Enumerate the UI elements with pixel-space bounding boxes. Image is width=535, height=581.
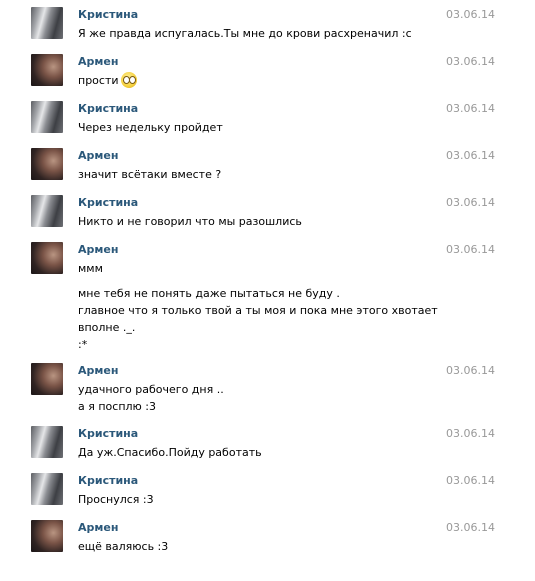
avatar[interactable] [31, 363, 63, 395]
message-row: Кристина 03.06.14 Да уж.Спасибо.Пойду рабо… [0, 406, 535, 459]
avatar[interactable] [31, 520, 63, 552]
author-link[interactable]: Армен [78, 55, 118, 68]
message-date[interactable]: 03.06.14 [446, 196, 495, 209]
message-row: Армен 03.06.14 прости [0, 34, 535, 88]
message-date[interactable]: 03.06.14 [446, 55, 495, 68]
author-link[interactable]: Армен [78, 521, 118, 534]
message-row: Кристина 03.06.14 Никто и не говорил что м… [0, 175, 535, 228]
message-row: Кристина 03.06.14 Проснулся :3 [0, 453, 535, 506]
message-row: Армен 03.06.14 ммм мне тебя не понять даже … [0, 222, 535, 351]
message-line: главное что я только твой а ты моя и пок… [78, 304, 438, 317]
message-row: Армен 03.06.14 удачного рабочего дня .. а я… [0, 343, 535, 413]
message-date[interactable]: 03.06.14 [446, 8, 495, 21]
message-row: Армен 03.06.14 ещё валяюсь :3 [0, 500, 535, 553]
message-date[interactable]: 03.06.14 [446, 521, 495, 534]
message-line: ммм [78, 262, 103, 275]
message-date[interactable]: 03.06.14 [446, 427, 495, 440]
author-link[interactable]: Кристина [78, 474, 138, 487]
message-row: Армен 03.06.14 значит всётаки вместе ? [0, 128, 535, 181]
message-date[interactable]: 03.06.14 [446, 102, 495, 115]
message-text: ммм мне тебя не понять даже пытаться не б… [78, 260, 438, 353]
message-line: ещё валяюсь :3 [78, 540, 169, 553]
author-link[interactable]: Армен [78, 243, 118, 256]
author-link[interactable]: Кристина [78, 427, 138, 440]
message-line: мне тебя не понять даже пытаться не буду… [78, 287, 340, 300]
message-date[interactable]: 03.06.14 [446, 149, 495, 162]
author-link[interactable]: Кристина [78, 8, 138, 21]
message-line: вполне ._. [78, 321, 136, 334]
message-feed: Кристина 03.06.14 Я же правда испугалась.Т… [0, 0, 535, 553]
author-link[interactable]: Кристина [78, 196, 138, 209]
author-link[interactable]: Армен [78, 364, 118, 377]
message-date[interactable]: 03.06.14 [446, 243, 495, 256]
author-link[interactable]: Армен [78, 149, 118, 162]
message-date[interactable]: 03.06.14 [446, 364, 495, 377]
message-line: удачного рабочего дня .. [78, 383, 224, 396]
message-row: Кристина 03.06.14 Я же правда испугалась.Т… [0, 0, 535, 40]
author-link[interactable]: Кристина [78, 102, 138, 115]
message-row: Кристина 03.06.14 Через недельку пройдет [0, 81, 535, 134]
message-date[interactable]: 03.06.14 [446, 474, 495, 487]
avatar[interactable] [31, 242, 63, 274]
message-text: ещё валяюсь :3 [78, 538, 168, 555]
